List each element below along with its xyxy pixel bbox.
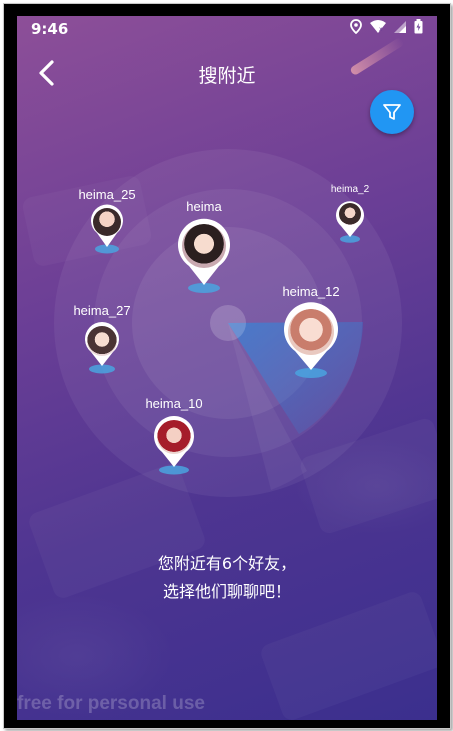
status-bar: 9:46 x	[17, 16, 437, 44]
user-pin[interactable]: heima	[178, 199, 230, 297]
radar-center-dot	[210, 305, 246, 341]
signal-icon	[394, 20, 406, 33]
phone-frame: 9:46 x 搜附近 heima_25 heima heima_2 heima_…	[3, 3, 451, 729]
app-screen: 9:46 x 搜附近 heima_25 heima heima_2 heima_…	[17, 16, 437, 720]
user-pin[interactable]: heima_10	[145, 396, 203, 478]
location-icon	[350, 19, 362, 34]
status-icons: x	[350, 19, 423, 34]
nearby-count-text: 您附近有6个好友，	[157, 554, 297, 573]
filter-icon	[383, 104, 401, 120]
page-title: 搜附近	[198, 65, 256, 87]
watermark: free for personal use	[17, 693, 205, 714]
wifi-icon: x	[370, 20, 386, 33]
avatar	[339, 203, 361, 225]
battery-icon	[414, 19, 423, 34]
user-pin[interactable]: heima_25	[78, 187, 136, 257]
chat-prompt-text: 选择他们聊聊吧！	[162, 582, 291, 601]
avatar	[157, 420, 191, 454]
user-pin[interactable]: heima_12	[282, 284, 340, 382]
svg-text:x: x	[379, 26, 383, 33]
status-time: 9:46	[31, 20, 69, 38]
avatar	[93, 208, 121, 236]
avatar	[182, 224, 226, 268]
avatar	[288, 309, 334, 355]
filter-button[interactable]	[370, 90, 414, 134]
avatar	[87, 326, 117, 356]
nearby-message: 您附近有6个好友， 选择他们聊聊吧！	[17, 550, 437, 606]
user-pin[interactable]: heima_27	[73, 303, 131, 377]
user-pin[interactable]: heima_2	[331, 184, 369, 246]
